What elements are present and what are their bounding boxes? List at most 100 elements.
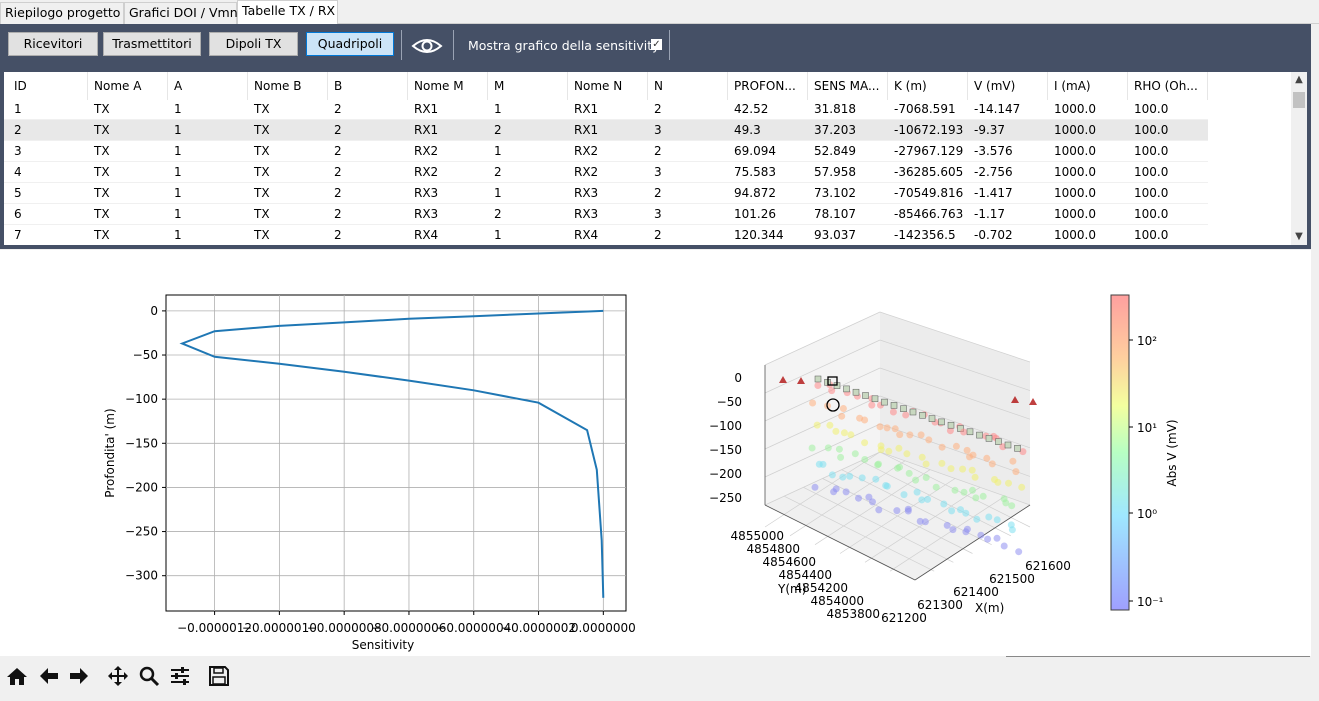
table-row[interactable]: 7 TX 1 TX 2 RX4 1 RX4 2 120.344 93.037 -142356.5 -0.… — [4, 225, 1208, 245]
scroll-up-icon[interactable]: ▲ — [1291, 72, 1307, 88]
column-header[interactable]: RHO (Oh... — [1128, 72, 1208, 100]
tab-tabelle-tx-rx[interactable]: Tabelle TX / RX — [237, 0, 338, 25]
table-cell: 1 — [494, 186, 502, 200]
column-header[interactable]: Nome M — [408, 72, 488, 100]
table-row[interactable]: 1 TX 1 TX 2 RX1 1 RX1 2 42.52 31.818 -7068.591 -14.1… — [4, 99, 1208, 120]
column-header[interactable]: PROFON... — [728, 72, 808, 100]
receiver-marker — [947, 421, 955, 429]
home-icon[interactable] — [5, 665, 29, 687]
table-cell: TX — [254, 165, 270, 179]
table-cell: 78.107 — [814, 207, 856, 221]
table-cell: 1 — [174, 228, 182, 242]
scatter-point — [895, 444, 903, 452]
scroll-down-icon[interactable]: ▼ — [1291, 229, 1307, 245]
table-cell: 100.0 — [1134, 228, 1169, 242]
x-tick-label: −0.0000004 — [436, 621, 511, 635]
table-cell: 2 — [334, 102, 342, 116]
save-icon[interactable] — [208, 665, 232, 687]
column-header[interactable]: N — [648, 72, 728, 100]
scatter-point — [861, 416, 869, 424]
table-cell: 93.037 — [814, 228, 856, 242]
column-header[interactable]: A — [168, 72, 248, 100]
table-cell: RX1 — [414, 123, 439, 137]
scroll-thumb[interactable] — [1293, 92, 1305, 108]
scatter-point — [840, 429, 848, 437]
scatter-point — [979, 492, 987, 500]
zoom-icon[interactable] — [138, 665, 162, 687]
table-cell: 100.0 — [1134, 165, 1169, 179]
table-cell: 2 — [654, 228, 662, 242]
table-cell: 1 — [494, 102, 502, 116]
back-icon[interactable] — [37, 665, 61, 687]
tab-grafici-doi[interactable]: Grafici DOI / Vmn — [124, 2, 238, 24]
table-row[interactable]: 4 TX 1 TX 2 RX2 2 RX2 3 75.583 57.958 -36285.605 -2.… — [4, 162, 1208, 183]
table-row[interactable]: 5 TX 1 TX 2 RX3 1 RX3 2 94.872 73.102 -70549.816 -1.… — [4, 183, 1208, 204]
scatter-point — [963, 525, 971, 533]
ricevitori-button[interactable]: Ricevitori — [8, 32, 98, 56]
scatter-point — [808, 444, 816, 452]
y-axis-label-3d: Y(m) — [777, 582, 806, 596]
column-header[interactable]: Nome N — [568, 72, 648, 100]
table-cell: 1000.0 — [1054, 186, 1096, 200]
table-row[interactable]: 2 TX 1 TX 2 RX1 2 RX1 3 49.3 37.203 -10672.193 -9.37… — [4, 120, 1208, 141]
table-cell: 2 — [334, 186, 342, 200]
column-header[interactable]: SENS MA... — [808, 72, 888, 100]
scatter-point — [938, 459, 946, 467]
table-cell: 1 — [494, 144, 502, 158]
vertical-scrollbar[interactable]: ▲ ▼ — [1291, 72, 1307, 245]
dipoli-tx-button[interactable]: Dipoli TX — [209, 32, 298, 56]
scatter-point — [912, 476, 920, 484]
x-tick-labels: −0.0000012−0.0000010−0.0000008−0.0000006… — [177, 611, 636, 635]
scatter-point — [1005, 479, 1012, 487]
table-row[interactable]: 6 TX 1 TX 2 RX3 2 RX3 3 101.26 78.107 -85466.763 -1.… — [4, 204, 1208, 225]
column-header[interactable]: I (mA) — [1048, 72, 1128, 100]
column-header[interactable]: M — [488, 72, 568, 100]
table-cell: 2 — [334, 207, 342, 221]
scatter-point — [938, 443, 946, 451]
column-header[interactable]: V (mV) — [968, 72, 1048, 100]
table-cell: 3 — [654, 207, 662, 221]
table-cell: 1 — [14, 102, 22, 116]
x-tick-label: 0.0000000 — [571, 621, 636, 635]
table-cell: RX3 — [574, 207, 599, 221]
table-cell: 2 — [334, 144, 342, 158]
scatter-point — [875, 506, 883, 514]
quadripoli-button[interactable]: Quadripoli — [306, 32, 394, 56]
trasmettitori-button[interactable]: Trasmettitori — [103, 32, 201, 56]
scatter-point — [872, 475, 880, 483]
colorbar-tick-label: 10² — [1137, 334, 1157, 348]
eye-icon[interactable] — [410, 33, 444, 59]
forward-icon[interactable] — [67, 665, 91, 687]
table-cell: RX1 — [414, 102, 439, 116]
scatter-point — [828, 471, 836, 479]
table-row[interactable]: 3 TX 1 TX 2 RX2 1 RX2 2 69.094 52.849 -27967.129 -3.… — [4, 141, 1208, 162]
receiver-marker — [995, 438, 1002, 445]
tab-riepilogo-progetto[interactable]: Riepilogo progetto — [0, 2, 124, 24]
column-header[interactable]: B — [328, 72, 408, 100]
y-tick-label: 0 — [150, 304, 158, 318]
configure-icon[interactable] — [169, 665, 193, 687]
column-header[interactable]: K (m) — [888, 72, 968, 100]
receiver-marker — [862, 392, 869, 399]
column-header[interactable]: Nome B — [248, 72, 328, 100]
pan-icon[interactable] — [106, 665, 130, 687]
matplotlib-toolbar — [0, 657, 1311, 695]
scatter-point — [861, 439, 869, 447]
scatter-point — [837, 453, 845, 461]
tick-label-3d: 4854800 — [747, 542, 800, 556]
table-cell: -36285.605 — [894, 165, 964, 179]
table-cell: -0.702 — [974, 228, 1013, 242]
receiver-marker — [890, 402, 898, 409]
window-edge — [1311, 24, 1319, 701]
sensitivity-checkbox[interactable]: ✓ — [651, 39, 662, 50]
table-cell: TX — [94, 228, 110, 242]
receiver-marker — [900, 405, 907, 412]
scatter-point — [885, 447, 893, 455]
scatter-point — [814, 382, 822, 389]
column-header[interactable]: ID — [8, 72, 88, 100]
column-header[interactable]: Nome A — [88, 72, 168, 100]
scatter-point — [883, 424, 891, 432]
scatter-point — [1008, 502, 1016, 510]
scatter-point — [960, 488, 968, 496]
receiver-marker — [871, 395, 879, 403]
